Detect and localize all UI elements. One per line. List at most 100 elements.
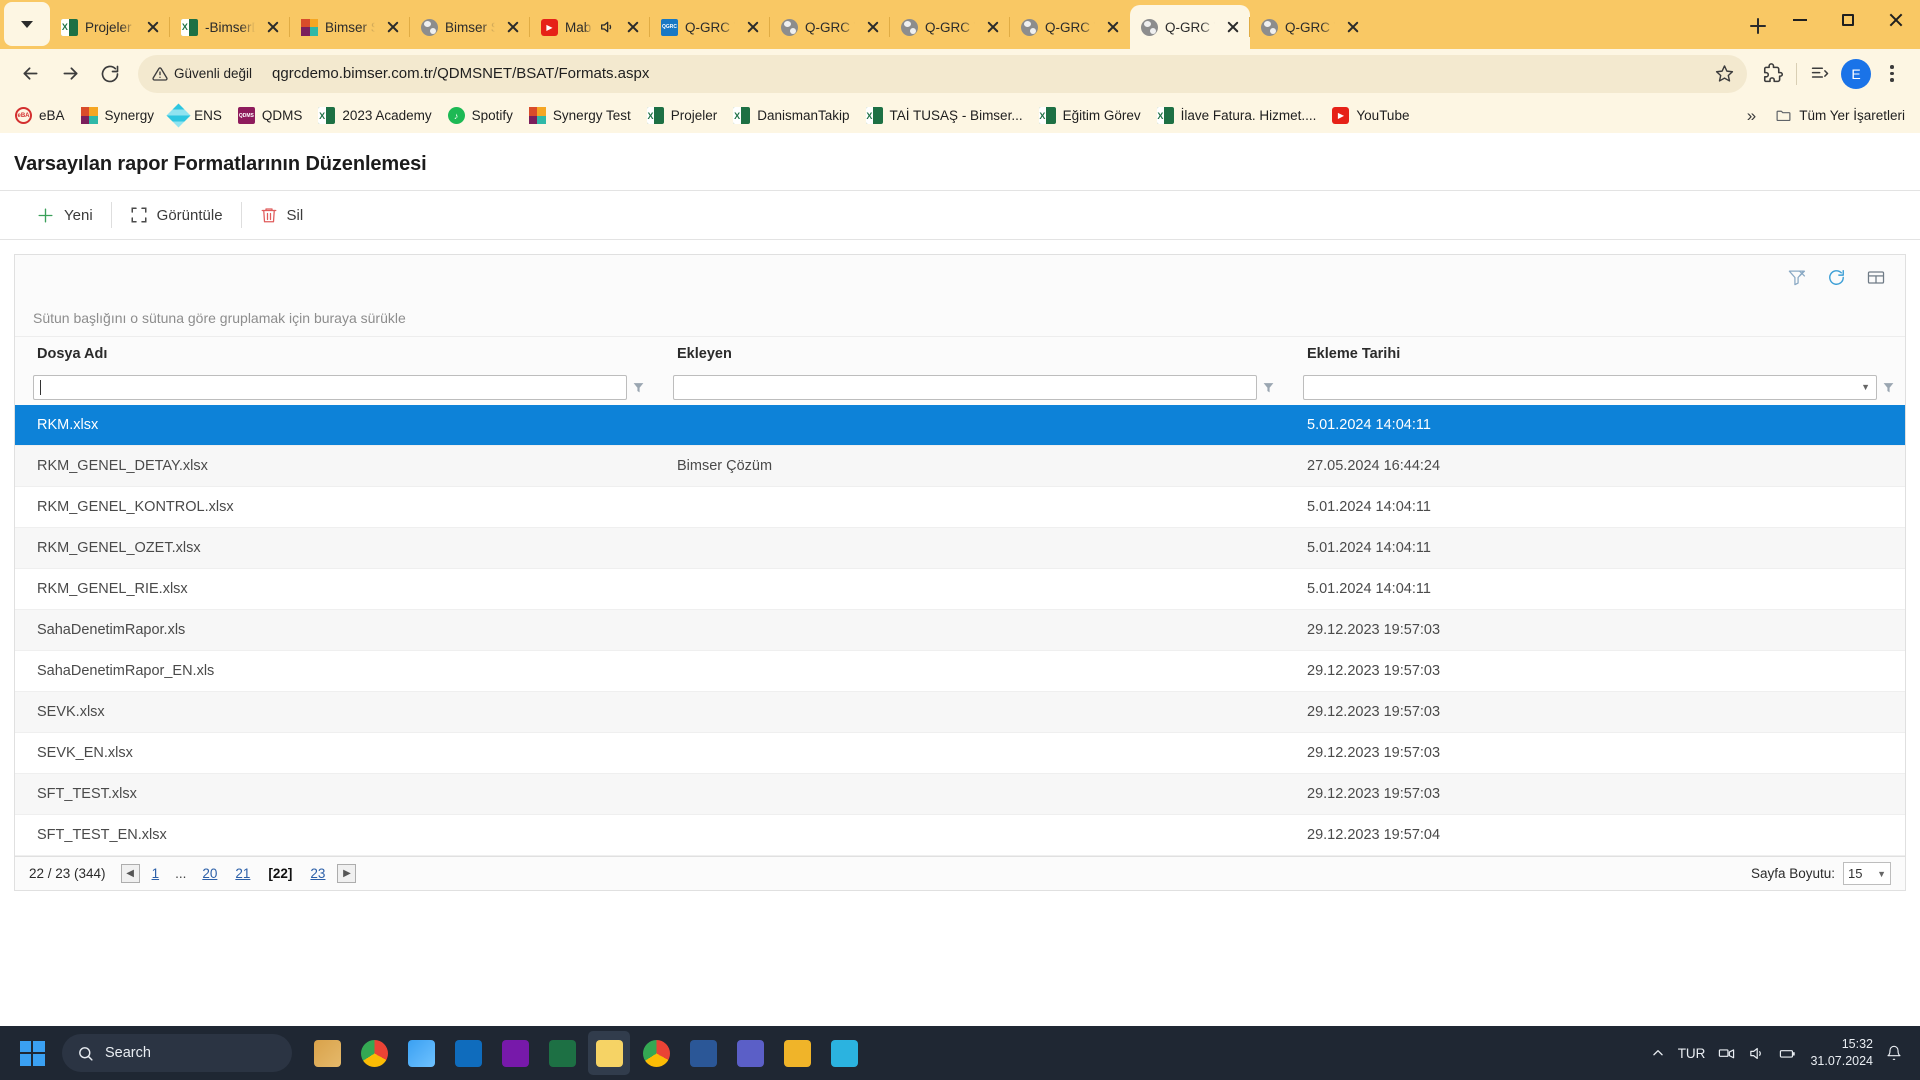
reading-list-button[interactable] [1802,56,1838,92]
browser-tab[interactable]: Q-GRC Y... [1009,5,1130,49]
view-button[interactable]: Görüntüle [112,200,241,230]
table-row[interactable]: RKM_GENEL_OZET.xlsx 5.01.2024 14:04:11 [15,528,1905,569]
filter-input-ekleyen[interactable] [673,374,1257,400]
extensions-button[interactable] [1755,56,1791,92]
clear-filter-button[interactable] [1785,266,1807,288]
pager-prev-button[interactable]: ◀ [120,864,140,883]
profile-button[interactable]: E [1838,56,1874,92]
pager-page-link[interactable]: 21 [235,866,250,881]
table-row[interactable]: RKM.xlsx 5.01.2024 14:04:11 [15,405,1905,446]
tab-audio-icon[interactable] [599,19,615,35]
table-row[interactable]: SFT_TEST.xlsx 29.12.2023 19:57:03 [15,774,1905,815]
filter-menu-ekleyen[interactable] [1257,381,1279,394]
bookmark-item[interactable]: eBA eBA [8,103,72,128]
bookmark-item[interactable]: X 2023 Academy [311,103,438,128]
column-header-ekleyen[interactable]: Ekleyen [655,346,1285,362]
browser-tab[interactable]: Bimser S... [409,5,530,49]
minimize-button[interactable] [1776,0,1824,40]
tray-overflow-button[interactable] [1651,1046,1665,1060]
taskbar-app-word[interactable] [682,1031,724,1075]
tray-battery-button[interactable] [1778,1045,1797,1062]
browser-tab[interactable]: Q-GRC Y... [769,5,890,49]
table-row[interactable]: RKM_GENEL_DETAY.xlsx Bimser Çözüm 27.05.20… [15,446,1905,487]
bookmark-item[interactable]: QDMS QDMS [231,103,310,128]
taskbar-clock[interactable]: 15:32 31.07.2024 [1810,1036,1873,1070]
bookmark-item[interactable]: ENS [163,103,229,128]
pager-page-link[interactable]: 1 [152,866,160,881]
tab-close-button[interactable] [262,16,284,38]
browser-tab[interactable]: QGRC Q-GRC Y... [649,5,770,49]
chevron-down-icon[interactable]: ▼ [1855,382,1870,392]
chrome-menu-button[interactable] [1874,56,1910,92]
tray-volume-button[interactable] [1748,1045,1765,1062]
tab-close-button[interactable] [142,16,164,38]
taskbar-app-excel[interactable] [541,1031,583,1075]
bookmark-item[interactable]: X Projeler [640,103,725,128]
group-panel[interactable]: Sütun başlığını o sütuna göre gruplamak … [15,299,1905,337]
reload-button[interactable] [90,54,130,94]
taskbar-app-security[interactable] [823,1031,865,1075]
bookmark-item[interactable]: X TAİ TUSAŞ - Bimser... [859,103,1030,128]
bookmark-item[interactable]: X DanismanTakip [726,103,856,128]
new-button[interactable]: Yeni [18,200,111,230]
tab-close-button[interactable] [502,16,524,38]
table-row[interactable]: RKM_GENEL_KONTROL.xlsx 5.01.2024 14:04:11 [15,487,1905,528]
browser-tab[interactable]: X Projeler A... [50,5,170,49]
bookmark-item[interactable]: ▶ YouTube [1325,103,1416,128]
tray-language[interactable]: TUR [1678,1046,1706,1061]
tab-close-button[interactable] [382,16,404,38]
table-row[interactable]: RKM_GENEL_RIE.xlsx 5.01.2024 14:04:11 [15,569,1905,610]
taskbar-app-onenote[interactable] [494,1031,536,1075]
bookmark-item[interactable]: Synergy Test [522,103,638,128]
table-row[interactable]: SEVK_EN.xlsx 29.12.2023 19:57:03 [15,733,1905,774]
pager-next-button[interactable]: ▶ [337,864,357,883]
table-row[interactable]: SahaDenetimRapor.xls 29.12.2023 19:57:03 [15,610,1905,651]
maximize-button[interactable] [1824,0,1872,40]
delete-button[interactable]: Sil [242,200,322,230]
pager-current-page[interactable]: [22] [268,866,292,881]
column-header-ekleme-tarihi[interactable]: Ekleme Tarihi [1285,346,1905,362]
table-row[interactable]: SahaDenetimRapor_EN.xls 29.12.2023 19:57:… [15,651,1905,692]
taskbar-search[interactable]: Search [62,1034,292,1072]
browser-tab[interactable]: Bimser S... [289,5,410,49]
taskbar-app-teams[interactable] [729,1031,771,1075]
filter-input-ekleme-tarihi[interactable]: ▼ [1303,374,1877,400]
tab-search-button[interactable] [4,2,50,46]
column-header-dosya-adi[interactable]: Dosya Adı [15,346,655,362]
column-chooser-button[interactable] [1865,266,1887,288]
tab-close-button[interactable] [1342,16,1364,38]
start-button[interactable] [10,1031,54,1075]
bookmark-item[interactable]: ♪ Spotify [441,103,520,128]
bookmark-button[interactable] [1709,59,1739,89]
tab-close-button[interactable] [622,16,644,38]
back-button[interactable] [10,54,50,94]
taskbar-app-task-view[interactable] [400,1031,442,1075]
browser-tab[interactable]: Q-GRC Y... [1249,5,1370,49]
table-row[interactable]: SFT_TEST_EN.xlsx 29.12.2023 19:57:04 [15,815,1905,856]
new-tab-button[interactable] [1740,8,1776,44]
page-size-select[interactable]: 15 ▼ [1843,862,1891,885]
bookmark-item[interactable]: X Eğitim Görev [1032,103,1148,128]
taskbar-app-chrome[interactable] [353,1031,395,1075]
browser-tab[interactable]: X -BimserD... [169,5,290,49]
browser-tab[interactable]: ▶ Mab... [529,5,650,49]
address-bar[interactable]: Güvenli değil qgrcdemo.bimser.com.tr/QDM… [138,54,1747,93]
refresh-button[interactable] [1825,266,1847,288]
security-indicator[interactable]: Güvenli değil [152,66,262,82]
taskbar-app-outlook[interactable] [447,1031,489,1075]
bookmark-item[interactable]: Synergy [74,103,162,128]
browser-tab[interactable]: Q-GRC Y... [1130,5,1250,49]
pager-page-link[interactable]: 23 [310,866,325,881]
tab-close-button[interactable] [742,16,764,38]
tab-close-button[interactable] [982,16,1004,38]
notification-button[interactable] [1886,1045,1902,1061]
taskbar-app-copilot[interactable] [306,1031,348,1075]
pager-page-link[interactable]: 20 [202,866,217,881]
taskbar-app-file-explorer[interactable] [776,1031,818,1075]
all-bookmarks-button[interactable]: Tüm Yer İşaretleri [1768,103,1912,128]
bookmarks-overflow-button[interactable]: » [1737,106,1766,126]
close-window-button[interactable] [1872,0,1920,40]
tab-close-button[interactable] [1102,16,1124,38]
forward-button[interactable] [50,54,90,94]
tray-network-button[interactable] [1718,1045,1735,1062]
